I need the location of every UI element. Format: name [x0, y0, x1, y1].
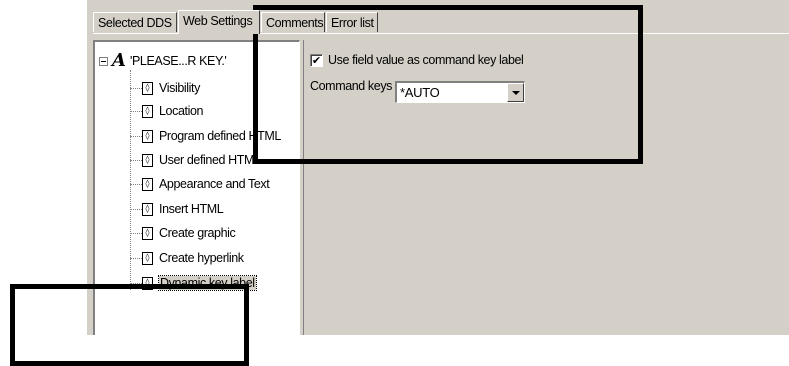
use-field-value-checkbox[interactable]: ✔ — [310, 53, 323, 67]
command-keys-dropdown[interactable]: *AUTO — [395, 81, 525, 103]
command-keys-value: *AUTO — [400, 85, 440, 100]
tree-root[interactable]: A 'PLEASE...R KEY.' — [99, 50, 227, 71]
use-field-value-option[interactable]: ✔ Use field value as command key label — [310, 53, 524, 67]
tree-item-label: User defined HTML — [159, 153, 261, 167]
tree-item-user-defined-html[interactable]: ◊ User defined HTML — [130, 150, 261, 170]
property-node-icon: ◊ — [142, 226, 153, 240]
checkmark-icon: ✔ — [311, 53, 322, 67]
tree-item-label: Program defined HTML — [159, 129, 281, 143]
tab-comments[interactable]: Comments — [261, 12, 325, 32]
tree-item-label: Create hyperlink — [159, 251, 244, 265]
tree-item-visibility[interactable]: ◊ Visibility — [130, 78, 200, 98]
tree-item-label: Dynamic key label — [158, 275, 257, 291]
property-node-icon: ◊ — [142, 104, 153, 118]
tree-item-label: Insert HTML — [159, 202, 224, 216]
tree-item-label: Visibility — [159, 81, 200, 95]
tree-root-label: 'PLEASE...R KEY.' — [129, 54, 227, 68]
tree-item-location[interactable]: ◊ Location — [130, 101, 203, 121]
use-field-value-label[interactable]: Use field value as command key label — [328, 53, 524, 67]
tree-item-label: Location — [159, 104, 204, 118]
tree-item-create-hyperlink[interactable]: ◊ Create hyperlink — [130, 248, 244, 268]
chevron-down-icon — [511, 90, 520, 95]
tree-item-dynamic-key-label[interactable]: ◊ Dynamic key label — [130, 273, 257, 293]
properties-tree[interactable]: A 'PLEASE...R KEY.' ◊ Visibility ◊ Locat… — [93, 40, 300, 335]
tab-selected-dds[interactable]: Selected DDS — [93, 12, 177, 32]
command-keys-label: Command keys — [310, 79, 393, 93]
property-node-icon: ◊ — [142, 81, 153, 95]
property-node-icon: ◊ — [142, 251, 153, 265]
property-node-icon: ◊ — [142, 276, 153, 290]
tree-item-appearance-and-text[interactable]: ◊ Appearance and Text — [130, 174, 270, 194]
property-node-icon: ◊ — [142, 177, 153, 191]
tab-error-list[interactable]: Error list — [326, 12, 378, 32]
property-node-icon: ◊ — [142, 153, 153, 167]
tab-web-settings[interactable]: Web Settings — [178, 10, 260, 34]
tree-item-program-defined-html[interactable]: ◊ Program defined HTML — [130, 126, 281, 146]
tree-item-label: Create graphic — [159, 226, 236, 240]
property-node-icon: ◊ — [142, 202, 153, 216]
tree-item-create-graphic[interactable]: ◊ Create graphic — [130, 223, 236, 243]
field-type-icon: A — [112, 50, 126, 71]
tree-item-insert-html[interactable]: ◊ Insert HTML — [130, 199, 224, 219]
dropdown-button[interactable] — [507, 83, 524, 102]
property-node-icon: ◊ — [142, 129, 153, 143]
tab-strip: Selected DDS Web Settings Comments Error… — [93, 10, 789, 34]
tree-item-label: Appearance and Text — [159, 177, 270, 191]
collapse-icon[interactable] — [99, 56, 108, 66]
